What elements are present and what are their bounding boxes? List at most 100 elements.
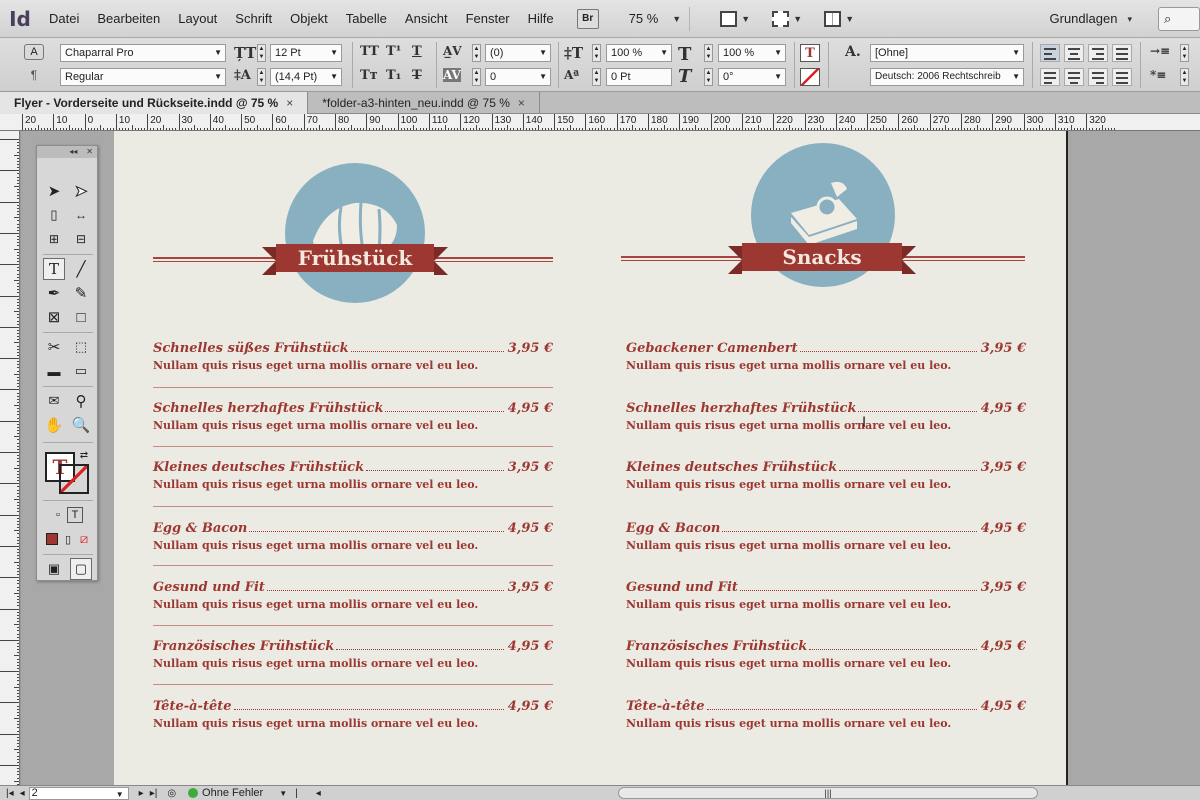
bridge-button[interactable]: Br (576, 8, 599, 29)
apply-none-icon[interactable]: ⧄ (73, 528, 95, 550)
vertical-ruler[interactable] (0, 131, 20, 785)
menu-fenster[interactable]: Fenster (457, 0, 519, 38)
text-fill-swatch[interactable]: T (800, 44, 820, 62)
zoom-tool-icon[interactable]: 🔍 (70, 414, 92, 436)
zoom-dropdown[interactable]: 75 % ▼ (629, 11, 682, 26)
menu-item[interactable]: Kleines deutsches Frühstück 3,95 € Nullam… (626, 460, 1026, 491)
superscript-button[interactable]: T¹ (386, 44, 401, 59)
close-icon[interactable]: × (286, 92, 293, 114)
menu-bearbeiten[interactable]: Bearbeiten (88, 0, 169, 38)
type-tool-icon[interactable]: T (43, 258, 65, 280)
pencil-tool-icon[interactable]: ✎ (70, 282, 92, 304)
content-collector-tool-icon[interactable]: ⊞ (43, 228, 65, 250)
gradient-feather-tool-icon[interactable]: ▭ (70, 360, 92, 382)
left-indent-stepper[interactable]: ▲ ▼ (1180, 44, 1189, 62)
underline-button[interactable]: T (412, 44, 422, 59)
tools-panel[interactable]: ◂◂ ✕ ➤ ➤ ▯ ↔ ⊞ ⊟ T ╱ ✒ ✎ ⊠ □ ✂ ⬚ ▬ ▭ ✉ ⚲… (36, 145, 98, 581)
swap-colors-icon[interactable]: ⇄ (77, 448, 91, 462)
rectangle-tool-icon[interactable]: □ (70, 306, 92, 328)
menu-layout[interactable]: Layout (169, 0, 226, 38)
leading-stepper[interactable]: ▲ ▼ (257, 68, 266, 86)
formatting-text-icon[interactable]: T (67, 507, 83, 523)
small-caps-button[interactable]: Tт (360, 68, 378, 83)
stroke-swatch-icon[interactable] (59, 464, 89, 494)
rectangle-frame-tool-icon[interactable]: ⊠ (43, 306, 65, 328)
leading-field[interactable]: (14,4 Pt) ▼ (270, 68, 342, 86)
horizontal-ruler[interactable]: 20 10 0 10 20 30 40 50 60 70 80 90 100 110 120 130 140 15… (0, 114, 1200, 131)
menu-item[interactable]: Französisches Frühstück 4,95 € Nullam qui… (153, 639, 553, 670)
menu-item[interactable]: Gesund und Fit 3,95 € Nullam quis risus e… (626, 580, 1026, 611)
align-towards-spine-button[interactable] (1112, 44, 1132, 62)
subscript-button[interactable]: T₁ (386, 68, 401, 83)
scroll-left-icon[interactable]: ◂ (316, 788, 321, 799)
menu-item[interactable]: Gebackener Camenbert 3,95 € Nullam quis r… (626, 341, 1026, 372)
menu-schrift[interactable]: Schrift (226, 0, 281, 38)
tab-folder[interactable]: *folder-a3-hinten_neu.indd @ 75 % × (308, 92, 540, 114)
view-options-button[interactable]: ▼ (720, 8, 750, 30)
menu-item[interactable]: Tête-à-tête 4,95 € Nullam quis risus eget… (626, 699, 1026, 730)
font-size-stepper[interactable]: ▲ ▼ (257, 44, 266, 62)
baseline-shift-stepper[interactable]: ▲ ▼ (592, 68, 601, 86)
justify-center-button[interactable] (1064, 68, 1084, 86)
all-caps-button[interactable]: TT (360, 44, 379, 59)
justify-right-button[interactable] (1088, 68, 1108, 86)
screen-mode-button[interactable]: ▼ (772, 8, 802, 30)
character-formatting-icon[interactable]: A (24, 44, 44, 60)
baseline-shift-field[interactable]: 0 Pt (606, 68, 672, 86)
language-select[interactable]: Deutsch: 2006 Rechtschreib ▼ (870, 68, 1024, 86)
pen-tool-icon[interactable]: ✒ (43, 282, 65, 304)
align-right-button[interactable] (1088, 44, 1108, 62)
justify-all-button[interactable] (1112, 68, 1132, 86)
direct-selection-tool-icon[interactable]: ➤ (70, 180, 92, 202)
tracking-stepper[interactable]: ▲ ▼ (472, 68, 481, 86)
menu-ansicht[interactable]: Ansicht (396, 0, 457, 38)
font-style-select[interactable]: Regular ▼ (60, 68, 226, 86)
menu-item[interactable]: Schnelles herzhaftes Frühstück 4,95 € Nul… (153, 401, 553, 432)
horizontal-scale-stepper[interactable]: ▲ ▼ (704, 44, 713, 62)
tools-panel-header[interactable]: ◂◂ ✕ (37, 146, 97, 158)
page-number-field[interactable]: 2 ▼ (28, 786, 129, 800)
previous-page-icon[interactable]: ◂ (20, 788, 25, 799)
kerning-field[interactable]: (0) ▼ (485, 44, 551, 62)
align-left-button[interactable] (1040, 44, 1060, 62)
eyedropper-tool-icon[interactable]: ⚲ (70, 390, 92, 412)
menu-item[interactable]: Schnelles herzhaftes Frühstück 4,95 € Nul… (626, 401, 1026, 432)
menu-item[interactable]: Schnelles süßes Frühstück 3,95 € Nullam q… (153, 341, 553, 372)
paragraph-formatting-icon[interactable]: ¶ (24, 67, 44, 83)
gap-tool-icon[interactable]: ↔ (70, 204, 92, 226)
collapse-icon[interactable]: ◂◂ (69, 147, 77, 156)
close-icon[interactable]: ✕ (86, 147, 93, 156)
tracking-field[interactable]: 0 ▼ (485, 68, 551, 86)
menu-item[interactable]: Egg & Bacon 4,95 € Nullam quis risus eget… (626, 521, 1026, 552)
strikethrough-button[interactable]: T (412, 68, 422, 83)
first-line-indent-stepper[interactable]: ▲ ▼ (1180, 68, 1189, 86)
chevron-down-icon[interactable]: ▼ (279, 789, 287, 798)
font-family-select[interactable]: Chaparral Pro ▼ (60, 44, 226, 62)
kerning-stepper[interactable]: ▲ ▼ (472, 44, 481, 62)
close-icon[interactable]: × (518, 92, 525, 114)
vertical-scale-field[interactable]: 100 % ▼ (606, 44, 672, 62)
workspace-switcher[interactable]: Grundlagen ▾ (1050, 0, 1132, 38)
font-size-field[interactable]: 12 Pt ▼ (270, 44, 342, 62)
pasteboard[interactable]: Frühstück Snacks Schnelles süßes Frühstü… (21, 131, 1200, 785)
menu-item[interactable]: Französisches Frühstück 4,95 € Nullam qui… (626, 639, 1026, 670)
menu-item[interactable]: Kleines deutsches Frühstück 3,95 € Nullam… (153, 460, 553, 491)
preflight-status-label[interactable]: Ohne Fehler (202, 787, 263, 799)
justify-left-button[interactable] (1040, 68, 1060, 86)
arrange-documents-button[interactable]: ▼ (824, 8, 854, 30)
preview-mode-icon[interactable]: ▢ (70, 558, 92, 580)
menu-objekt[interactable]: Objekt (281, 0, 337, 38)
align-center-button[interactable] (1064, 44, 1084, 62)
next-page-icon[interactable]: ▸ (139, 788, 144, 799)
last-page-icon[interactable]: ▸| (150, 788, 158, 799)
menu-item[interactable]: Egg & Bacon 4,95 € Nullam quis risus eget… (153, 521, 553, 552)
tab-flyer[interactable]: Flyer - Vorderseite und Rückseite.indd @… (0, 92, 309, 114)
menu-tabelle[interactable]: Tabelle (337, 0, 396, 38)
page-tool-icon[interactable]: ▯ (43, 204, 65, 226)
normal-view-icon[interactable]: ▣ (43, 558, 65, 580)
hand-tool-icon[interactable]: ✋ (43, 414, 65, 436)
scissors-tool-icon[interactable]: ✂ (43, 336, 65, 358)
menu-item[interactable]: Gesund und Fit 3,95 € Nullam quis risus e… (153, 580, 553, 611)
gradient-swatch-tool-icon[interactable]: ▬ (43, 360, 65, 382)
horizontal-scale-field[interactable]: 100 % ▼ (718, 44, 786, 62)
